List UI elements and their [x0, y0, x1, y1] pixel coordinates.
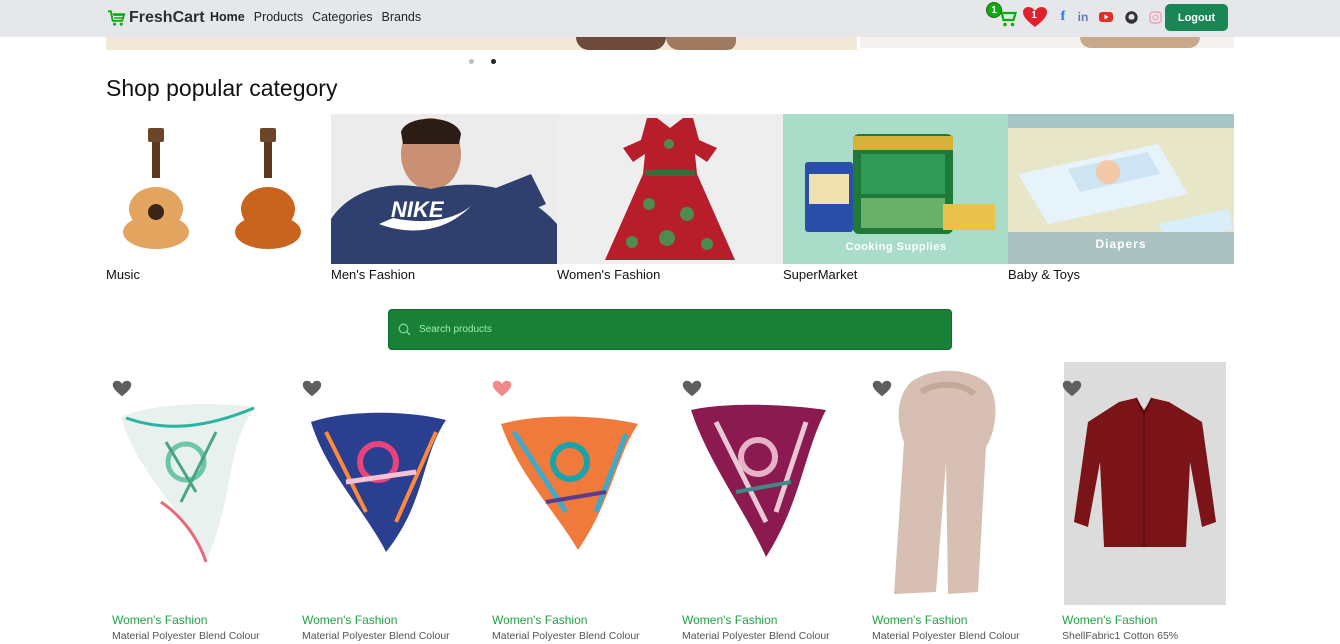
product-title: Material Polyester Blend Colour — [302, 630, 450, 642]
nav-link-home[interactable]: Home — [210, 10, 245, 24]
product-category: Women's Fashion — [302, 613, 398, 627]
product-image-orange-teal-scarf — [486, 362, 648, 605]
category-image-floral-dress — [557, 114, 783, 264]
nav-link-products[interactable]: Products — [254, 10, 303, 24]
wishlist-heart-icon[interactable] — [112, 380, 132, 397]
nav-link-brands[interactable]: Brands — [382, 10, 422, 24]
search-bar — [388, 309, 952, 350]
category-card-mens-fashion[interactable]: NIKE Men's Fashion — [331, 114, 557, 283]
search-icon — [398, 323, 411, 336]
product-title: Material Polyester Blend Colour — [682, 630, 830, 642]
category-overlay-text: Diapers — [1095, 237, 1147, 251]
cart-logo-icon — [107, 10, 126, 26]
product-image-beige-scarf — [866, 362, 1028, 605]
product-card[interactable]: Women's Fashion Material Polyester Blend… — [486, 362, 648, 644]
product-card[interactable]: Women's Fashion Material Polyester Blend… — [296, 362, 458, 644]
category-card-womens-fashion[interactable]: Women's Fashion — [557, 114, 783, 283]
category-image-cooking-supplies: Cooking Supplies — [783, 114, 1009, 264]
github-icon[interactable] — [1124, 10, 1138, 24]
product-image-maroon-shirt — [1064, 362, 1226, 605]
product-card[interactable]: Women's Fashion Material Polyester Blend… — [106, 362, 268, 644]
category-label: Baby & Toys — [1008, 267, 1081, 282]
brand-name: FreshCart — [129, 9, 205, 26]
section-title: Shop popular category — [106, 75, 338, 101]
product-category: Women's Fashion — [682, 613, 778, 627]
product-card[interactable]: Women's Fashion ShellFabric1 Cotton 65% — [1056, 362, 1226, 644]
wishlist-heart-icon[interactable] — [872, 380, 892, 397]
category-label: Men's Fashion — [331, 267, 416, 282]
category-image-diapers: Diapers — [1008, 114, 1234, 264]
category-image-guitars — [106, 114, 332, 264]
nav-link-categories[interactable]: Categories — [312, 10, 372, 24]
product-card[interactable]: Women's Fashion Material Polyester Blend… — [866, 362, 1028, 644]
product-image-navy-pink-scarf — [296, 362, 458, 605]
hero-slide-image — [106, 37, 857, 50]
product-image-white-green-scarf — [106, 362, 268, 605]
category-label: Women's Fashion — [557, 267, 661, 282]
navbar: FreshCart Home Products Categories Brand… — [0, 0, 1340, 37]
wishlist-button[interactable]: 1 — [1022, 6, 1048, 28]
product-title: ShellFabric1 Cotton 65% — [1062, 630, 1179, 642]
category-card-supermarket[interactable]: Cooking Supplies SuperMarket — [783, 114, 1009, 283]
wishlist-heart-icon[interactable] — [682, 380, 702, 397]
wishlist-heart-icon[interactable] — [1062, 380, 1082, 397]
product-category: Women's Fashion — [872, 613, 968, 627]
category-overlay-text: Cooking Supplies — [845, 241, 947, 253]
category-label: SuperMarket — [783, 267, 858, 282]
linkedin-icon[interactable]: in — [1076, 10, 1090, 24]
search-input[interactable] — [419, 324, 919, 335]
slider-dot-2[interactable] — [491, 59, 496, 64]
product-category: Women's Fashion — [112, 613, 208, 627]
cart-count-badge: 1 — [986, 2, 1002, 18]
wishlist-heart-icon[interactable] — [492, 380, 512, 397]
side-slide-image — [860, 37, 1234, 48]
slider-dot-1[interactable] — [469, 59, 474, 64]
category-card-baby-toys[interactable]: Diapers Baby & Toys — [1008, 114, 1234, 283]
product-category: Women's Fashion — [1062, 613, 1158, 627]
product-title: Material Polyester Blend Colour — [492, 630, 640, 642]
wishlist-count-badge: 1 — [1031, 10, 1037, 21]
product-title: Material Polyester Blend Colour — [112, 630, 260, 642]
wishlist-heart-icon[interactable] — [302, 380, 322, 397]
product-card[interactable]: Women's Fashion Material Polyester Blend… — [676, 362, 838, 644]
logout-button[interactable]: Logout — [1165, 4, 1228, 31]
nav-links: Home Products Categories Brands — [210, 10, 430, 24]
brand-logo[interactable]: FreshCart — [107, 8, 205, 28]
svg-text:NIKE: NIKE — [391, 197, 445, 222]
product-category: Women's Fashion — [492, 613, 588, 627]
product-title: Material Polyester Blend Colour — [872, 630, 1020, 642]
product-image-plum-scarf — [676, 362, 838, 605]
cart-button[interactable]: 1 — [986, 2, 1018, 31]
facebook-icon[interactable]: f — [1056, 9, 1070, 24]
youtube-icon[interactable] — [1099, 10, 1113, 24]
instagram-icon[interactable] — [1148, 10, 1162, 24]
category-label: Music — [106, 267, 140, 282]
category-card-music[interactable]: Music — [106, 114, 332, 283]
category-image-nike-hoodie: NIKE — [331, 114, 557, 264]
